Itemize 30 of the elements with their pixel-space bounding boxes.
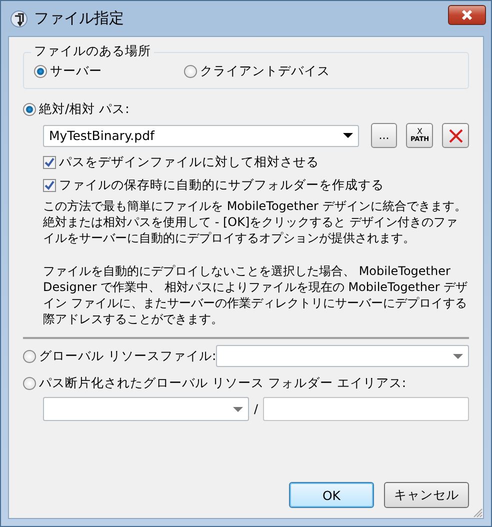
path-input[interactable] bbox=[263, 397, 469, 421]
checkbox-label: パスをデザインファイルに対して相対させる bbox=[59, 154, 319, 171]
radio-button[interactable] bbox=[34, 65, 47, 78]
radio-label: サーバー bbox=[50, 63, 102, 80]
radio-label: クライアントデバイス bbox=[200, 63, 330, 80]
radio-label: グローバル リソースファイル: bbox=[39, 348, 216, 364]
checkbox[interactable] bbox=[43, 179, 56, 192]
radio-button[interactable] bbox=[23, 350, 36, 362]
radio-label: パス断片化されたグローバル リソース フォルダー エイリアス: bbox=[39, 375, 406, 392]
radio-label: 絶対/相対 パス: bbox=[39, 101, 130, 118]
radio-button[interactable] bbox=[23, 377, 36, 390]
path-combo-box[interactable]: MyTestBinary.pdf bbox=[43, 124, 359, 146]
description-text: ファイルを自動的にデプロイしないことを選択した場合、 MobileTogether Designer で作業中、 相対パスによりファイルを現在の MobileTogether デザイン ファイルに、またサーバーの作業ディレクトリにサーバーにデプロイする際アドレスすることができます。 bbox=[43, 263, 469, 327]
window-title: ファイル指定 bbox=[34, 9, 125, 28]
ok-button[interactable]: OK bbox=[289, 482, 374, 508]
delete-icon bbox=[448, 128, 463, 142]
close-icon bbox=[460, 8, 474, 20]
resize-grip-icon bbox=[471, 506, 483, 518]
close-button[interactable] bbox=[448, 4, 486, 24]
browse-button[interactable]: ... bbox=[370, 123, 398, 148]
radio-button[interactable] bbox=[184, 65, 197, 78]
checkbox-label: ファイルの保存時に自動的にサブフォルダーを作成する bbox=[59, 177, 384, 194]
checkbox[interactable] bbox=[43, 156, 56, 169]
cancel-button[interactable]: キャンセル bbox=[384, 482, 469, 508]
group-label: ファイルのある場所 bbox=[31, 43, 154, 60]
app-icon bbox=[10, 10, 28, 28]
radio-button[interactable] bbox=[23, 103, 36, 116]
clear-button[interactable] bbox=[442, 123, 470, 148]
description-text: この方法で最も簡単にファイルを MobileTogether デザインに統合できます。絶対または相対パスを使用して - [OK]をクリックすると デザイン付きのファイルをサーバーに自動的にデプロイするオプションが提供されます。 bbox=[43, 198, 468, 246]
separator-text: / bbox=[254, 402, 258, 416]
